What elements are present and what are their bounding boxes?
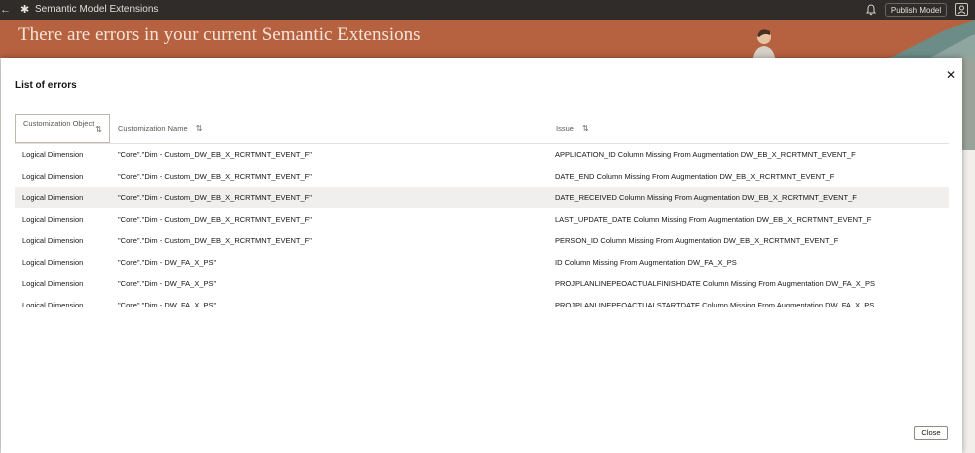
cell-issue: PROJPLANLINEPEOACTUALFINISHDATE Column M… xyxy=(555,279,875,288)
errors-dialog: List of errors ✕ Customization Object ⇅ … xyxy=(1,58,962,453)
sort-icon[interactable]: ⇅ xyxy=(196,114,203,143)
table-row[interactable]: Logical Dimension "Core"."Dim - Custom_D… xyxy=(15,166,949,187)
column-header-issue[interactable]: Issue ⇅ xyxy=(548,114,949,143)
column-header-label: Issue xyxy=(556,124,574,133)
cell-object: Logical Dimension xyxy=(22,215,84,224)
cell-issue: DATE_RECEIVED Column Missing From Augmen… xyxy=(555,193,857,202)
cell-object: Logical Dimension xyxy=(22,279,84,288)
cell-object: Logical Dimension xyxy=(22,258,84,267)
bell-icon[interactable] xyxy=(865,3,877,17)
app-header: ← ✱ Semantic Model Extensions Publish Mo… xyxy=(0,0,975,20)
close-button[interactable]: Close xyxy=(914,426,948,440)
user-icon[interactable] xyxy=(955,3,968,16)
cell-issue: APPLICATION_ID Column Missing From Augme… xyxy=(555,150,856,159)
dialog-title: List of errors xyxy=(15,80,77,91)
table-row[interactable]: Logical Dimension "Core"."Dim - Custom_D… xyxy=(15,209,949,230)
cell-object: Logical Dimension xyxy=(22,236,84,245)
cell-issue: ID Column Missing From Augmentation DW_F… xyxy=(555,258,737,267)
cell-issue: PERSON_ID Column Missing From Augmentati… xyxy=(555,236,839,245)
column-header-customization-name[interactable]: Customization Name ⇅ xyxy=(110,114,555,143)
cell-object: Logical Dimension xyxy=(22,193,84,202)
sort-icon[interactable]: ⇅ xyxy=(95,125,102,135)
snowflake-icon: ✱ xyxy=(20,4,30,16)
table-row[interactable]: Logical Dimension "Core"."Dim - DW_FA_X_… xyxy=(15,295,949,307)
table-row[interactable]: Logical Dimension "Core"."Dim - Custom_D… xyxy=(15,144,949,165)
cell-name: "Core"."Dim - DW_FA_X_PS" xyxy=(118,258,217,267)
illustration-person xyxy=(753,29,775,58)
illustration-hills xyxy=(890,20,975,58)
close-icon[interactable]: ✕ xyxy=(945,69,957,81)
cell-name: "Core"."Dim - DW_FA_X_PS" xyxy=(118,279,217,288)
app-title: Semantic Model Extensions xyxy=(35,4,159,15)
cell-name: "Core"."Dim - DW_FA_X_PS" xyxy=(118,301,217,307)
column-header-label: Customization Object xyxy=(23,119,95,128)
table-row[interactable]: Logical Dimension "Core"."Dim - Custom_D… xyxy=(15,230,949,251)
errors-table: Customization Object ⇅ Customization Nam… xyxy=(15,114,949,307)
sort-icon[interactable]: ⇅ xyxy=(582,114,589,143)
table-header: Customization Object ⇅ Customization Nam… xyxy=(15,114,949,144)
publish-model-button[interactable]: Publish Model xyxy=(885,3,947,17)
cell-issue: DATE_END Column Missing From Augmentatio… xyxy=(555,172,835,181)
cell-name: "Core"."Dim - Custom_DW_EB_X_RCRTMNT_EVE… xyxy=(118,215,312,224)
cell-name: "Core"."Dim - Custom_DW_EB_X_RCRTMNT_EVE… xyxy=(118,236,312,245)
table-row[interactable]: Logical Dimension "Core"."Dim - Custom_D… xyxy=(15,187,949,208)
cell-name: "Core"."Dim - Custom_DW_EB_X_RCRTMNT_EVE… xyxy=(118,193,312,202)
banner-title: There are errors in your current Semanti… xyxy=(18,24,421,45)
back-arrow-icon[interactable]: ← xyxy=(0,2,11,18)
table-row[interactable]: Logical Dimension "Core"."Dim - DW_FA_X_… xyxy=(15,273,949,294)
background-illustration xyxy=(962,58,975,150)
cell-issue: PROJPLANLINEPEOACTUALSTARTDATE Column Mi… xyxy=(555,301,875,307)
column-header-label: Customization Name xyxy=(118,124,188,133)
cell-object: Logical Dimension xyxy=(22,172,84,181)
cell-name: "Core"."Dim - Custom_DW_EB_X_RCRTMNT_EVE… xyxy=(118,172,312,181)
table-row[interactable]: Logical Dimension "Core"."Dim - DW_FA_X_… xyxy=(15,252,949,273)
cell-issue: LAST_UPDATE_DATE Column Missing From Aug… xyxy=(555,215,872,224)
column-header-customization-object[interactable]: Customization Object ⇅ xyxy=(15,114,110,143)
cell-object: Logical Dimension xyxy=(22,301,84,307)
cell-name: "Core"."Dim - Custom_DW_EB_X_RCRTMNT_EVE… xyxy=(118,150,312,159)
cell-object: Logical Dimension xyxy=(22,150,84,159)
